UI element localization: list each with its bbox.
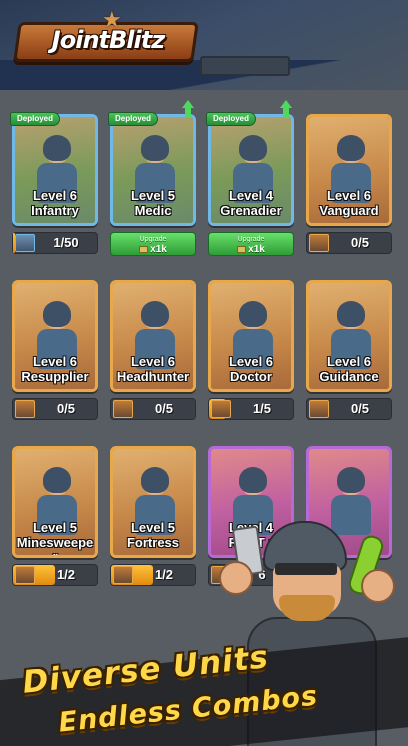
soldier-head-shape <box>239 467 267 493</box>
unit-level: Level 6 <box>228 354 274 369</box>
unit-level: Level 6 <box>130 354 176 369</box>
deployed-badge: Deployed <box>108 112 159 126</box>
unit-level: Level 6 <box>326 354 372 369</box>
unit-level: Level 6 <box>32 354 78 369</box>
soldier-head-shape <box>43 301 71 327</box>
shard-count: 0/5 <box>350 401 370 416</box>
unit-name: Vanguard <box>319 203 379 218</box>
unit-level: Level 6 <box>326 188 372 203</box>
unit-card[interactable]: Level 6 Headhunter <box>110 280 196 392</box>
upgrade-arrow-icon <box>280 100 292 118</box>
unit-card[interactable]: Level 5 Medic <box>110 114 196 226</box>
unit-name: Minesweepe r <box>16 535 94 558</box>
shard-progress-bar: 0/5 <box>12 398 98 420</box>
logo-title: JointBlitz <box>51 26 165 54</box>
unit-shard-icon <box>113 566 133 584</box>
shard-progress-bar: 0/5 <box>306 232 392 254</box>
upgrade-cost: x1k <box>248 244 265 255</box>
soldier-head-shape <box>43 135 71 161</box>
soldier-head-shape <box>239 135 267 161</box>
shard-count: 0/5 <box>350 235 370 250</box>
shard-progress-bar: 1/50 <box>12 232 98 254</box>
soldier-head-shape <box>337 301 365 327</box>
unit-name: Headhunter <box>116 369 190 384</box>
upgrade-label: Upgrade <box>139 236 167 243</box>
unit-name: Doctor <box>230 369 272 384</box>
shard-count: 1/2 <box>56 567 76 582</box>
soldier-head-shape <box>337 135 365 161</box>
shard-progress-bar: 1/5 <box>208 398 294 420</box>
shard-count: 0/5 <box>56 401 76 416</box>
unit-level: Level 4 <box>228 188 274 203</box>
unit-name: Grenadier <box>220 203 282 218</box>
hero-beard <box>279 595 335 621</box>
promo-banner: Diverse Units Endless Combos <box>0 628 408 746</box>
unit-card[interactable]: Level 6 Infantry <box>12 114 98 226</box>
cash-icon <box>139 246 149 253</box>
unit-name: Infantry <box>31 203 79 218</box>
unit-card[interactable]: Level 6 Guidance <box>306 280 392 392</box>
soldier-head-shape <box>337 467 365 493</box>
unit-card[interactable]: Level 4 Grenadier <box>208 114 294 226</box>
upgrade-cost: x1k <box>150 244 167 255</box>
shard-progress-bar: 1/2 <box>12 564 98 586</box>
shard-count: 1/2 <box>154 567 174 582</box>
unit-level: Level 5 <box>130 188 176 203</box>
unit-shard-icon <box>15 400 35 418</box>
upgrade-button[interactable]: Upgrade x1k <box>110 232 196 256</box>
shard-count: 1/5 <box>252 401 272 416</box>
unit-level: Level 6 <box>32 188 78 203</box>
unit-card[interactable]: Level 6 Resupplier <box>12 280 98 392</box>
game-logo: ★ JointBlitz <box>6 8 202 72</box>
shard-count: 0/5 <box>154 401 174 416</box>
unit-name: Medic <box>134 203 172 218</box>
soldier-head-shape <box>141 301 169 327</box>
shard-count: 1/50 <box>53 235 79 250</box>
unit-shard-icon <box>211 400 231 418</box>
unit-shard-icon <box>113 400 133 418</box>
unit-card[interactable]: Level 5 Fortress <box>110 446 196 558</box>
unit-level: Level 5 <box>130 520 176 535</box>
soldier-head-shape <box>141 467 169 493</box>
shard-progress-bar: 1/2 <box>110 564 196 586</box>
upgrade-arrow-icon <box>182 100 194 118</box>
unit-shard-icon <box>15 566 35 584</box>
unit-level: Level 5 <box>32 520 78 535</box>
upgrade-cost-row: x1k <box>209 244 293 255</box>
upgrade-label: Upgrade <box>237 236 265 243</box>
hero-left-hand <box>219 561 253 595</box>
hero-sunglasses <box>275 563 337 575</box>
shard-progress-bar: 0/5 <box>306 398 392 420</box>
deployed-badge: Deployed <box>10 112 61 126</box>
unit-name: Fortress <box>126 535 180 550</box>
upgrade-button[interactable]: Upgrade x1k <box>208 232 294 256</box>
hero-right-hand <box>361 569 395 603</box>
unit-shard-icon <box>15 234 35 252</box>
unit-shard-icon <box>309 234 329 252</box>
unit-card[interactable]: Level 6 Vanguard <box>306 114 392 226</box>
unit-name: Guidance <box>319 369 379 384</box>
top-bar-strip <box>200 56 290 76</box>
shard-progress-bar: 0/5 <box>110 398 196 420</box>
unit-card[interactable]: Level 5 Minesweepe r <box>12 446 98 558</box>
deployed-badge: Deployed <box>206 112 257 126</box>
unit-name: Resupplier <box>21 369 89 384</box>
soldier-head-shape <box>141 135 169 161</box>
soldier-head-shape <box>43 467 71 493</box>
unit-shard-icon <box>309 400 329 418</box>
cash-icon <box>237 246 247 253</box>
soldier-head-shape <box>239 301 267 327</box>
upgrade-cost-row: x1k <box>111 244 195 255</box>
unit-card[interactable]: Level 6 Doctor <box>208 280 294 392</box>
